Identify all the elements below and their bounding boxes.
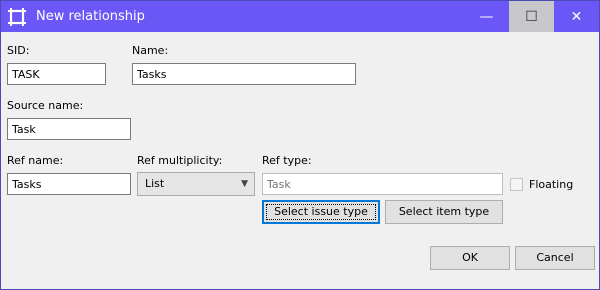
ref-type-input	[262, 173, 503, 195]
relationship-icon	[7, 7, 27, 27]
floating-checkbox[interactable]	[510, 178, 523, 191]
select-item-type-label: Select item type	[398, 205, 490, 218]
ref-name-label: Ref name:	[7, 154, 64, 167]
cancel-button[interactable]: Cancel	[515, 246, 595, 270]
focus-rectangle	[266, 204, 376, 220]
ref-type-label: Ref type:	[262, 154, 312, 167]
close-icon: ✕	[570, 8, 583, 25]
source-name-input[interactable]	[7, 118, 131, 140]
select-item-type-button[interactable]: Select item type	[385, 200, 503, 224]
window-title: New relationship	[36, 9, 145, 24]
minimize-button[interactable]: —	[464, 1, 509, 32]
name-input[interactable]	[132, 63, 356, 85]
floating-label: Floating	[529, 178, 574, 191]
ref-name-input[interactable]	[7, 173, 131, 195]
dialog-window: New relationship — ☐ ✕ SID: Name: Source…	[0, 0, 600, 290]
title-bar: New relationship — ☐ ✕	[1, 1, 599, 32]
sid-input[interactable]	[7, 63, 106, 85]
select-issue-type-button[interactable]: Select issue type	[262, 200, 380, 224]
ref-multiplicity-select[interactable]: List ▼	[137, 172, 255, 196]
ok-label: OK	[462, 251, 478, 264]
close-button[interactable]: ✕	[554, 1, 599, 32]
chevron-down-icon: ▼	[241, 179, 248, 189]
minimize-icon: —	[479, 8, 494, 25]
ok-button[interactable]: OK	[430, 246, 510, 270]
source-name-label: Source name:	[7, 99, 84, 112]
maximize-button[interactable]: ☐	[509, 1, 554, 32]
cancel-label: Cancel	[536, 251, 574, 264]
maximize-icon: ☐	[525, 8, 538, 25]
ref-multiplicity-value: List	[145, 177, 165, 190]
name-label: Name:	[132, 44, 169, 57]
ref-multiplicity-label: Ref multiplicity:	[137, 154, 223, 167]
sid-label: SID:	[7, 44, 30, 57]
